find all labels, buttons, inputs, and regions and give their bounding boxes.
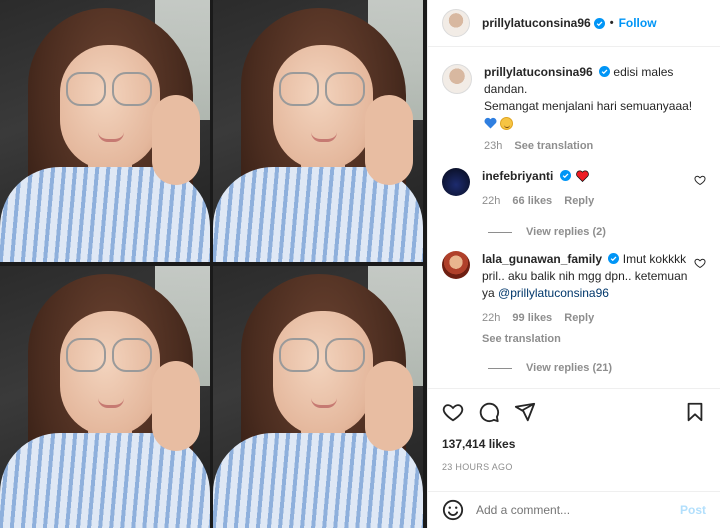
share-icon[interactable] [514, 401, 536, 423]
heart-icon[interactable] [442, 401, 464, 423]
caption-avatar[interactable] [442, 64, 472, 94]
caption: prillylatuconsina96 edisi males dandan. … [442, 64, 706, 155]
photo-tile-4 [213, 266, 423, 528]
comment-mention-link[interactable]: @prillylatuconsina96 [498, 286, 609, 300]
caption-emojis [484, 117, 699, 130]
hugging-face-icon [500, 117, 513, 130]
view-replies-button[interactable]: View replies (2) [488, 226, 706, 238]
comment-reply-button[interactable]: Reply [564, 312, 594, 324]
caption-line-2: Semangat menjalani hari semuanyaaa! [484, 99, 693, 113]
emoji-icon[interactable] [442, 499, 464, 521]
view-replies-label: View replies (21) [526, 362, 613, 374]
likes-count[interactable]: 137,414 likes [442, 437, 706, 451]
commenter-avatar[interactable] [442, 168, 470, 196]
post-comment-button[interactable]: Post [680, 503, 706, 517]
comment-reply-button[interactable]: Reply [564, 195, 594, 207]
comment-username[interactable]: inefebriyanti [482, 169, 553, 183]
follow-button[interactable]: Follow [619, 16, 657, 30]
post-timestamp[interactable]: 23 HOURS AGO [442, 462, 706, 472]
verified-badge-icon [593, 17, 605, 29]
add-comment-bar: Post [428, 491, 720, 528]
comment-item: inefebriyanti 22h 66 likes Reply [442, 168, 706, 210]
caption-time: 23h [484, 140, 503, 152]
bookmark-icon[interactable] [684, 401, 706, 423]
post-side-panel: prillylatuconsina96 • Follow prillylatuc… [427, 0, 720, 528]
post-header: prillylatuconsina96 • Follow [428, 0, 720, 47]
commenter-avatar[interactable] [442, 251, 470, 279]
photo-tile-2 [213, 0, 423, 262]
view-replies-label: View replies (2) [526, 226, 606, 238]
comment-see-translation[interactable]: See translation [482, 331, 697, 348]
comment-time: 22h [482, 312, 501, 324]
comment-like-heart-icon[interactable] [694, 174, 706, 186]
comment-like-heart-icon[interactable] [694, 257, 706, 269]
comment-likes[interactable]: 99 likes [512, 312, 552, 324]
action-icons [442, 399, 706, 425]
photo-tile-3 [0, 266, 210, 528]
comment-icon[interactable] [478, 401, 500, 423]
caption-username[interactable]: prillylatuconsina96 [484, 65, 593, 79]
author-avatar[interactable] [442, 9, 470, 37]
comment-username[interactable]: lala_gunawan_family [482, 252, 602, 266]
comments-section[interactable]: prillylatuconsina96 edisi males dandan. … [428, 48, 720, 388]
photo-tile-1 [0, 0, 210, 262]
comment-meta: 22h 66 likes Reply [482, 193, 697, 210]
post-actions: 137,414 likes 23 HOURS AGO [428, 388, 720, 472]
verified-badge-icon [559, 170, 571, 181]
comment-likes[interactable]: 66 likes [512, 195, 552, 207]
post-photo[interactable] [0, 0, 427, 528]
comment-item: lala_gunawan_family Imut kokkkk pril.. a… [442, 251, 706, 348]
red-heart-icon [576, 170, 589, 183]
caption-meta: 23h See translation [484, 138, 699, 155]
comment-time: 22h [482, 195, 501, 207]
caption-see-translation[interactable]: See translation [514, 140, 593, 152]
verified-badge-icon [608, 253, 620, 264]
verified-badge-icon [599, 66, 611, 77]
blue-heart-icon [484, 117, 497, 129]
view-replies-button[interactable]: View replies (21) [488, 362, 706, 374]
author-username[interactable]: prillylatuconsina96 [482, 16, 591, 30]
comment-meta: 22h 99 likes Reply [482, 310, 697, 327]
header-separator: • [609, 17, 614, 29]
comment-input[interactable] [476, 503, 680, 517]
